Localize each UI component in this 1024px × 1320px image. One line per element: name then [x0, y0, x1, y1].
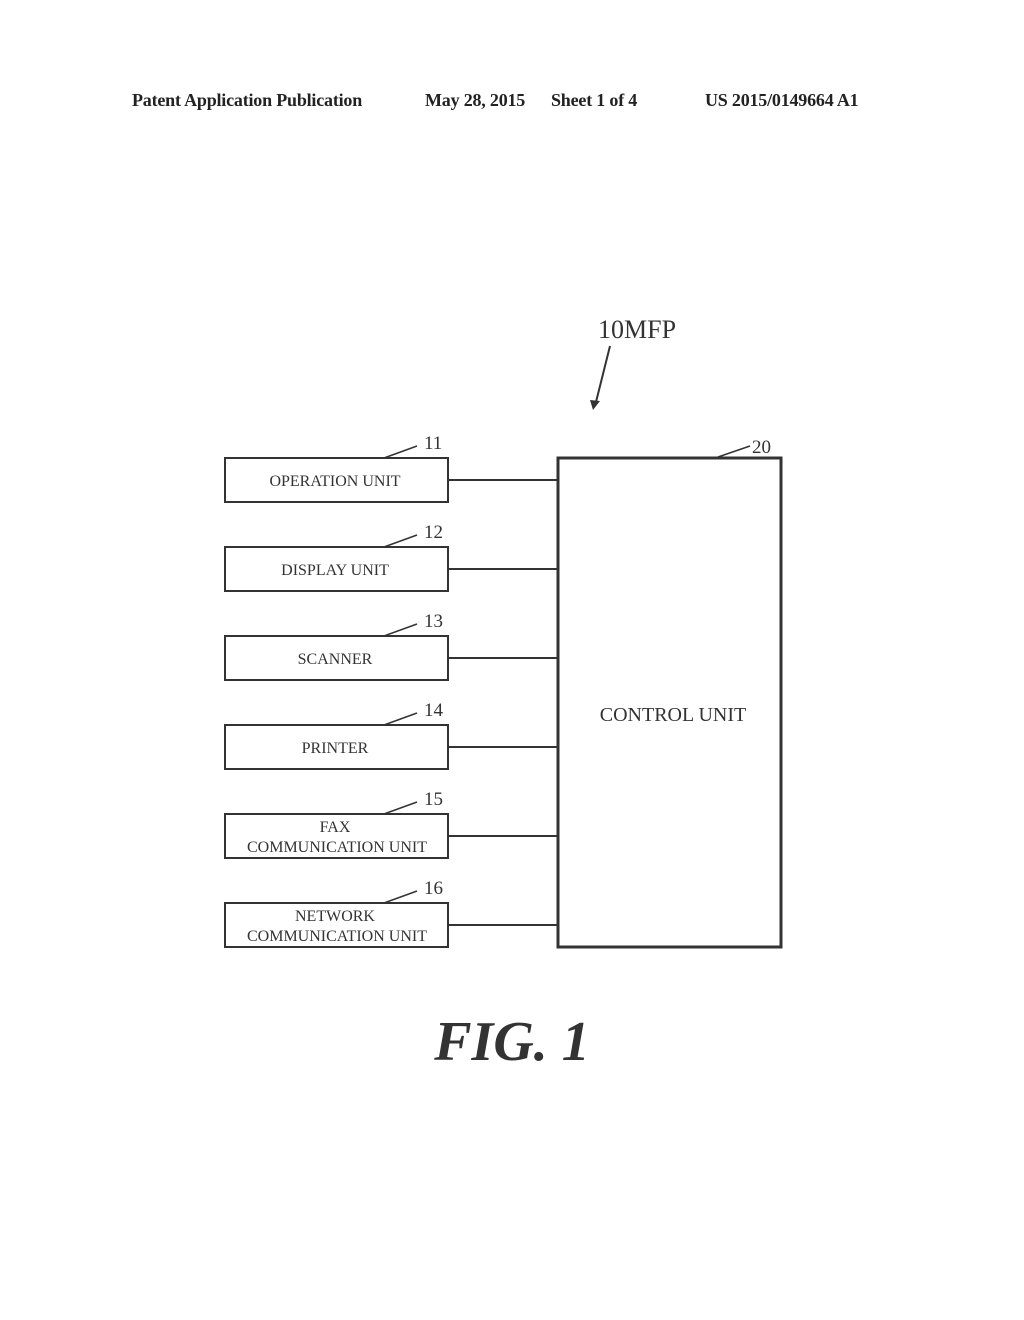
- unit-label-line2: COMMUNICATION UNIT: [247, 928, 427, 945]
- block-diagram: 10MFP CONTROL UNIT 20 11 OPERATION UNIT 12…: [224, 315, 783, 949]
- unit-ref-number: 16: [424, 878, 443, 899]
- unit-ref-number: 13: [424, 611, 443, 632]
- ref-leader: [383, 623, 418, 637]
- system-ref-label: 10MFP: [598, 315, 676, 344]
- control-ref-number: 20: [752, 437, 771, 458]
- unit-ref-number: 15: [424, 789, 443, 810]
- control-unit-label: CONTROL UNIT: [600, 704, 746, 726]
- unit-label-line2: COMMUNICATION UNIT: [247, 839, 427, 856]
- ref-leader: [383, 801, 418, 815]
- system-ref-arrow: [595, 345, 611, 403]
- unit-ref-number: 14: [424, 700, 444, 721]
- unit-label: PRINTER: [302, 740, 369, 757]
- control-ref-leader: [717, 445, 751, 458]
- arrow-head-icon: [590, 400, 600, 410]
- ref-leader: [383, 445, 418, 459]
- unit-label: OPERATION UNIT: [269, 473, 400, 490]
- ref-leader: [383, 712, 418, 726]
- unit-ref-number: 12: [424, 522, 443, 543]
- figure-caption: FIG. 1: [434, 1011, 590, 1073]
- unit-label-line1: NETWORK: [295, 908, 375, 925]
- ref-leader: [383, 534, 418, 548]
- unit-label: DISPLAY UNIT: [281, 562, 389, 579]
- ref-leader: [383, 890, 418, 904]
- unit-ref-number: 11: [424, 433, 442, 454]
- control-unit-box: [556, 456, 783, 949]
- unit-label: SCANNER: [298, 651, 373, 668]
- unit-label-line1: FAX: [320, 819, 351, 836]
